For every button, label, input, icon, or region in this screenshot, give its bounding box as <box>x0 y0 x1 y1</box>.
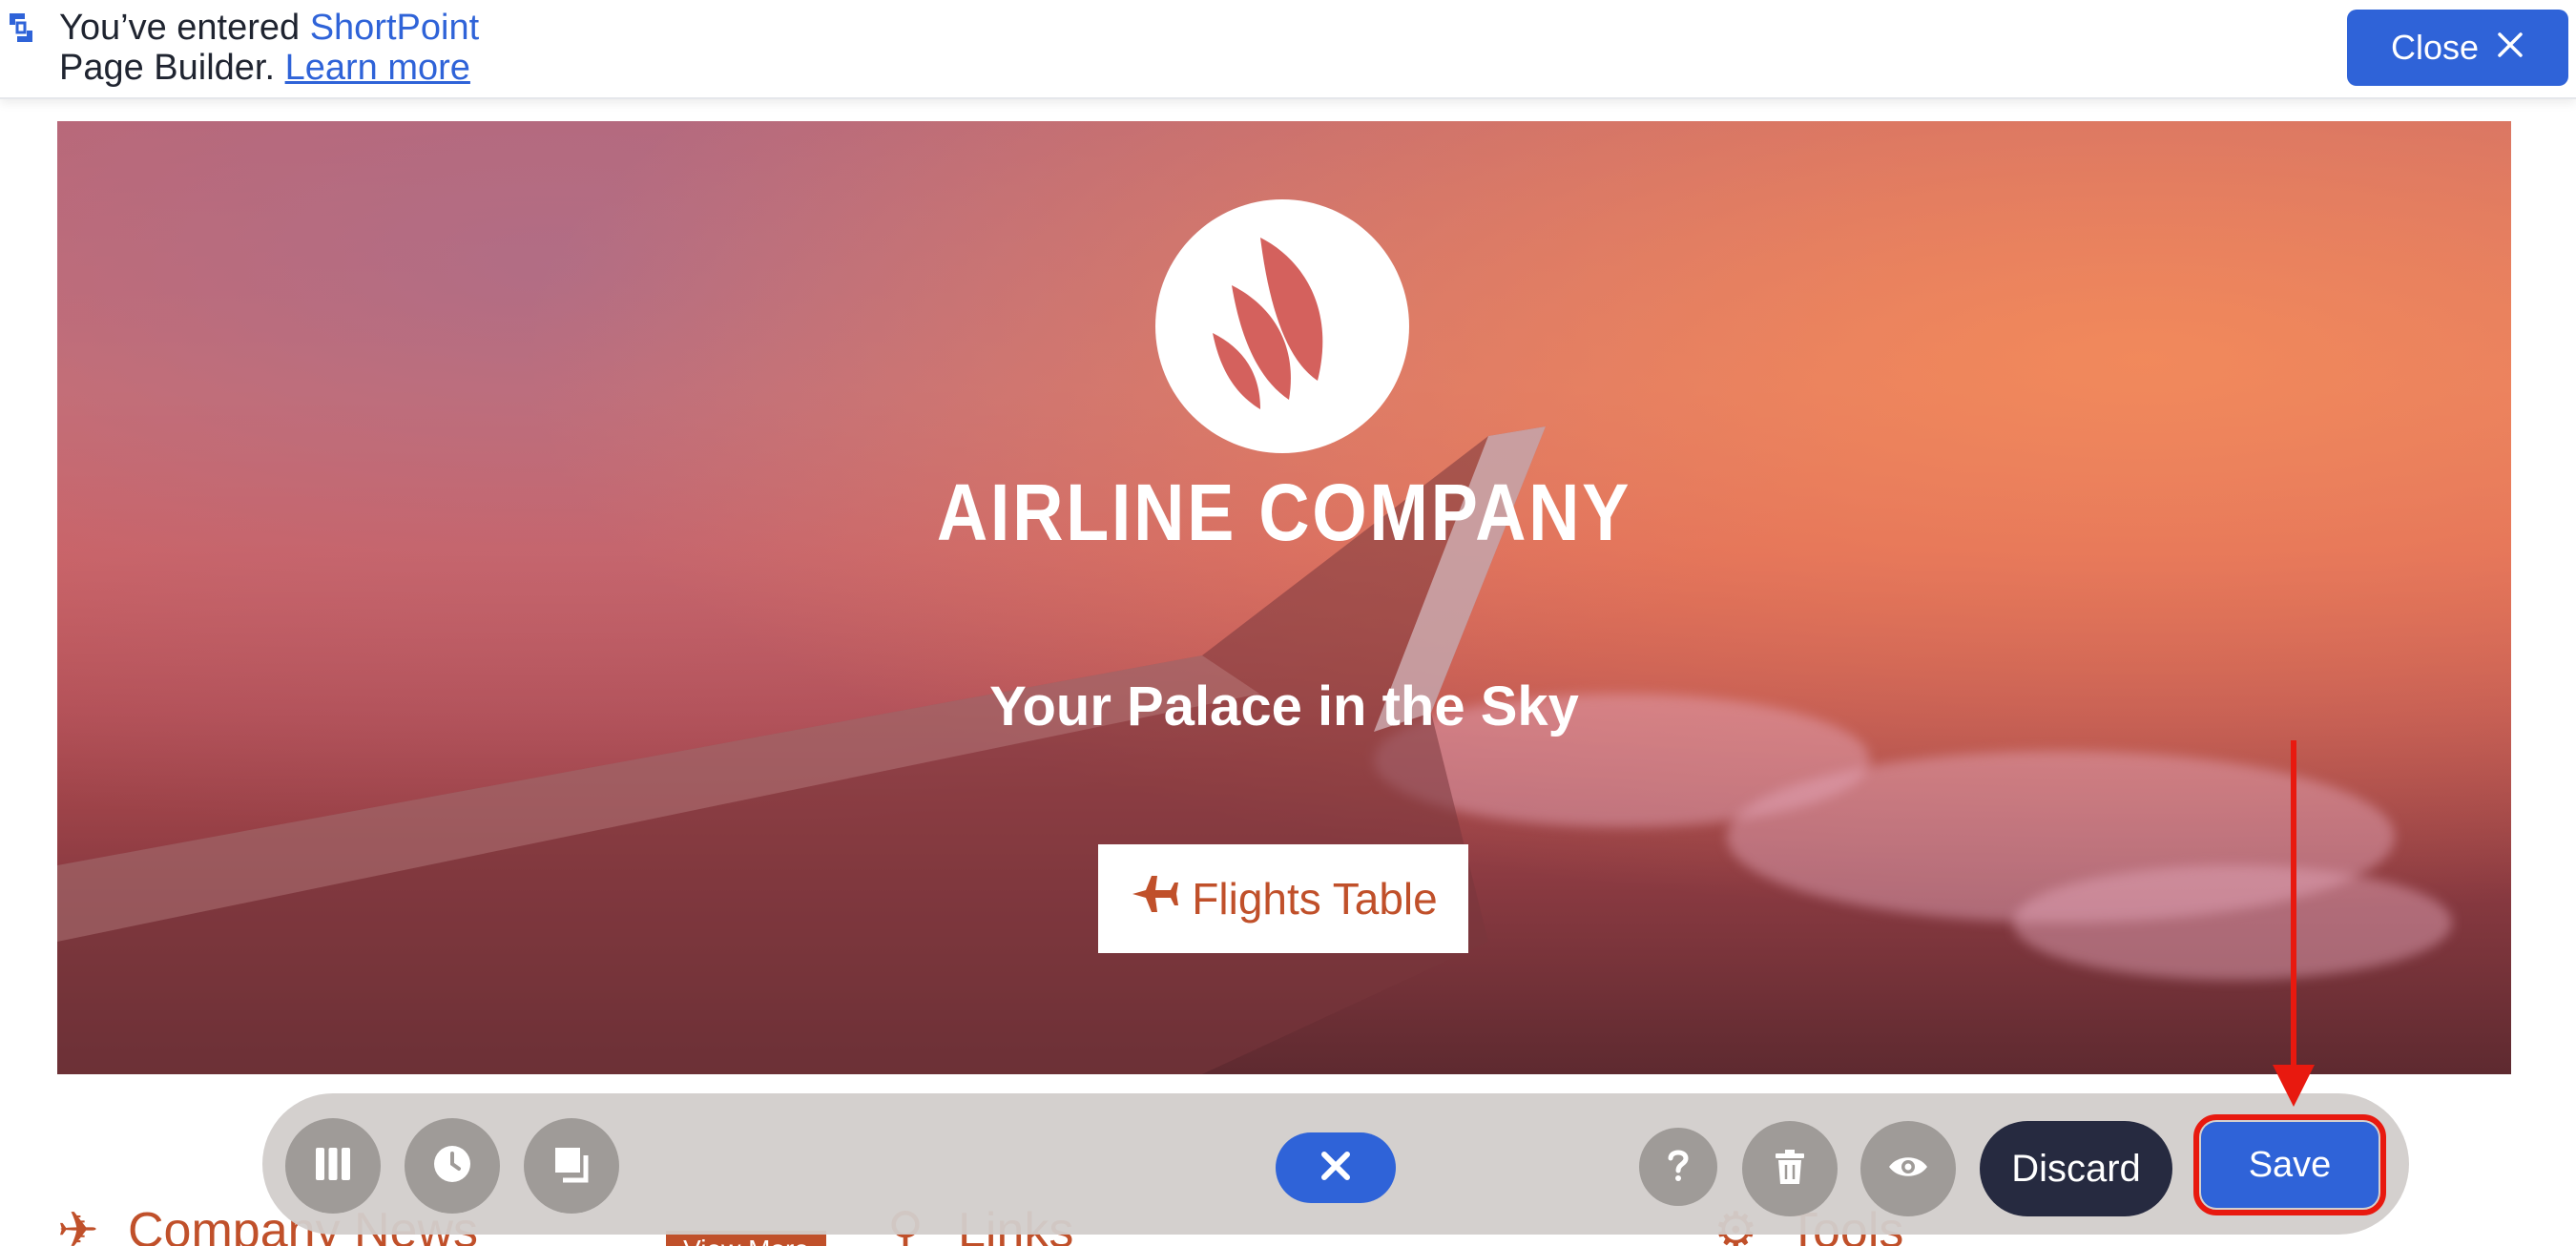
notice-middle: Page Builder. <box>59 48 285 88</box>
help-icon <box>1656 1143 1700 1192</box>
preview-button[interactable] <box>1860 1121 1956 1216</box>
editor-toolbar: Discard Save <box>262 1093 2409 1235</box>
cancel-selection-button[interactable] <box>1276 1132 1396 1203</box>
close-x-icon <box>2496 28 2524 68</box>
layers-icon <box>550 1142 593 1191</box>
page: You’ve entered ShortPoint Page Builder. … <box>0 0 2576 1246</box>
delete-button[interactable] <box>1742 1121 1838 1216</box>
eye-icon <box>1886 1145 1930 1194</box>
close-button-label: Close <box>2390 28 2480 67</box>
airline-logo-icon <box>1155 199 1409 453</box>
plane-icon <box>1129 868 1180 930</box>
notice-brand: ShortPoint <box>309 8 480 48</box>
save-button[interactable]: Save <box>2193 1114 2386 1215</box>
builder-notice-bar: You’ve entered ShortPoint Page Builder. … <box>0 0 2576 99</box>
discard-button[interactable]: Discard <box>1980 1121 2172 1216</box>
shortpoint-logo-icon <box>8 11 34 44</box>
trash-icon <box>1768 1145 1812 1194</box>
clock-icon <box>430 1142 474 1191</box>
flights-table-label: Flights Table <box>1192 874 1438 924</box>
hero-banner[interactable]: AIRLINE COMPANY Your Palace in the Sky F… <box>57 121 2511 1074</box>
columns-button[interactable] <box>285 1118 381 1214</box>
notice-prefix: You’ve entered <box>59 8 310 48</box>
x-icon <box>1317 1147 1355 1190</box>
layers-button[interactable] <box>524 1118 619 1214</box>
builder-notice-text: You’ve entered ShortPoint Page Builder. … <box>59 8 479 88</box>
help-button[interactable] <box>1639 1128 1717 1206</box>
history-button[interactable] <box>405 1118 500 1214</box>
close-builder-button[interactable]: Close <box>2347 10 2568 86</box>
flights-table-button[interactable]: Flights Table <box>1098 844 1468 953</box>
company-name: AIRLINE COMPANY <box>936 467 1632 557</box>
plane-icon: ✈ <box>57 1203 99 1246</box>
hero-tagline: Your Palace in the Sky <box>989 675 1579 737</box>
columns-icon <box>311 1142 355 1191</box>
learn-more-link[interactable]: Learn more <box>285 48 470 88</box>
